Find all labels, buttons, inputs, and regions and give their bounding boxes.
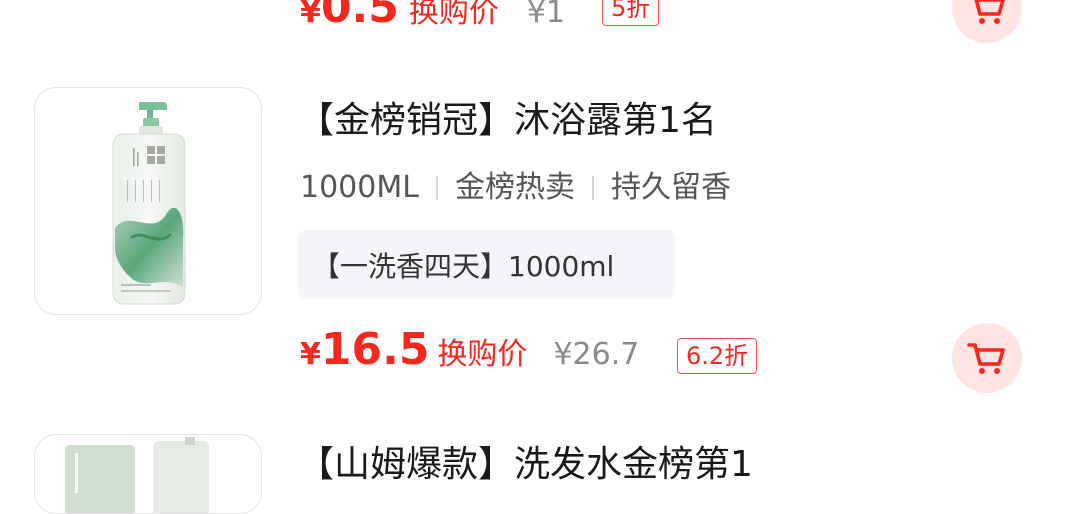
spec-label: 【一洗香四天】1000ml: [312, 249, 615, 283]
currency-symbol: ¥: [300, 0, 321, 30]
product-title[interactable]: 【金榜销冠】沐浴露第1名: [298, 96, 717, 146]
original-price: ¥26.7: [553, 337, 640, 372]
add-to-cart-button[interactable]: [952, 323, 1022, 393]
product-tags: 1000ML 金榜热卖 持久留香: [300, 166, 731, 210]
tag-divider: [435, 176, 438, 200]
discount-badge: 6.2折: [677, 338, 758, 374]
exchange-price-label: 换购价: [437, 337, 528, 372]
product-image[interactable]: [34, 87, 262, 315]
discount-badge: 5折: [602, 0, 660, 26]
bottom-product-title[interactable]: 【山姆爆款】洗发水金榜第1: [298, 440, 753, 490]
exchange-price: 16.5: [320, 324, 430, 375]
currency-symbol: ¥: [300, 337, 321, 372]
shower-gel-bottle-image: [112, 102, 186, 305]
main-item-discount: 6.2折: [677, 338, 758, 374]
spec-chip: 【一洗香四天】1000ml: [298, 230, 675, 299]
exchange-price: 0.5: [320, 0, 399, 33]
original-price: ¥1: [526, 0, 566, 30]
top-item-add-to-cart-button[interactable]: [952, 0, 1022, 43]
tag-volume: 1000ML: [300, 170, 419, 205]
tag-hot-sale: 金榜热卖: [454, 170, 575, 205]
tag-divider: [591, 176, 594, 200]
shopping-cart-icon: [967, 340, 1007, 376]
top-item-price-row: ¥ 0.5 换购价 ¥1: [300, 0, 566, 33]
exchange-price-label: 换购价: [408, 0, 499, 30]
bottom-product-image[interactable]: [34, 434, 262, 514]
shopping-cart-icon: [967, 0, 1007, 26]
main-item-price-row: ¥ 16.5 换购价 ¥26.7: [300, 324, 639, 384]
top-item-discount: 5折: [602, 0, 660, 27]
shampoo-bottle-image: [65, 437, 209, 513]
tag-long-lasting: 持久留香: [610, 170, 731, 205]
